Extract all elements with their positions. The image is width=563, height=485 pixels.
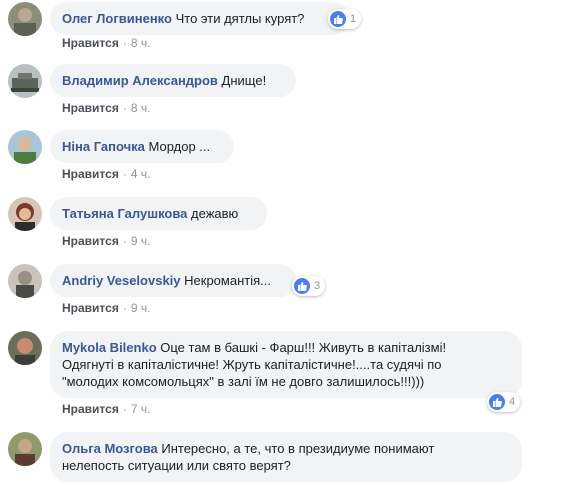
comment-text: Днище! [221, 73, 267, 88]
comment-author[interactable]: Ольга Мозгова [62, 441, 158, 456]
comment-time[interactable]: 8 ч. [131, 36, 151, 50]
avatar[interactable] [8, 130, 42, 164]
comment-author[interactable]: Ніна Гапочка [62, 139, 145, 154]
comment-meta: Нравится · 8 ч. [62, 101, 150, 115]
like-reaction-icon [330, 11, 346, 27]
reaction-number: 4 [509, 396, 516, 408]
comment-meta: Нравится · 9 ч. [62, 301, 150, 315]
comment-author[interactable]: Владимир Александров [62, 73, 218, 88]
comment-text: Некромантія... [184, 273, 271, 288]
comment-text: Что эти дятлы курят? [175, 11, 305, 26]
like-link[interactable]: Нравится [62, 234, 119, 248]
like-link[interactable]: Нравится [62, 167, 119, 181]
comment-author[interactable]: Andriy Veselovskiy [62, 273, 181, 288]
reaction-count[interactable]: 3 [292, 276, 326, 296]
reaction-count[interactable]: 1 [328, 9, 362, 29]
comment-bubble: Олег Логвиненко Что эти дятлы курят? [50, 2, 350, 35]
comment-time[interactable]: 4 ч. [131, 167, 151, 181]
reaction-count[interactable]: 4 [487, 392, 521, 412]
avatar[interactable] [8, 331, 42, 365]
comment-author[interactable]: Татьяна Галушкова [62, 206, 187, 221]
comment-text-line: нелепость ситуации или свято верят? [62, 458, 291, 473]
comment-meta: Нравится · 4 ч. [62, 167, 150, 181]
reaction-number: 1 [350, 13, 357, 25]
comment-bubble: Владимир Александров Днище! [50, 64, 296, 97]
like-reaction-icon [489, 394, 505, 410]
separator-dot: · [122, 234, 127, 248]
comment-meta: Нравится · 8 ч. [62, 36, 150, 50]
avatar[interactable] [8, 2, 42, 36]
avatar[interactable] [8, 64, 42, 98]
comment-text-line: Оце там в башкі - Фарш!!! Живуть в капіт… [160, 340, 447, 355]
avatar[interactable] [8, 264, 42, 298]
comment-meta: Нравится · 7 ч. [62, 402, 150, 416]
comment-meta: Нравится · 9 ч. [62, 234, 150, 248]
like-link[interactable]: Нравится [62, 301, 119, 315]
comment-time[interactable]: 9 ч. [131, 234, 151, 248]
separator-dot: · [122, 167, 127, 181]
comment-time[interactable]: 8 ч. [131, 101, 151, 115]
avatar[interactable] [8, 432, 42, 466]
avatar[interactable] [8, 197, 42, 231]
like-link[interactable]: Нравится [62, 101, 119, 115]
comment-bubble: Ніна Гапочка Мордор ... [50, 130, 234, 163]
comment-time[interactable]: 9 ч. [131, 301, 151, 315]
comment-bubble: Татьяна Галушкова дежавю [50, 197, 267, 230]
like-reaction-icon [294, 278, 310, 294]
separator-dot: · [122, 402, 127, 416]
like-link[interactable]: Нравится [62, 36, 119, 50]
comment-text: дежавю [191, 206, 239, 221]
comment-author[interactable]: Олег Логвиненко [62, 11, 172, 26]
comment-text-line: "молодих комсомольцях" в залі їм не довг… [62, 374, 425, 389]
separator-dot: · [122, 301, 127, 315]
comment-text: Мордор ... [148, 139, 211, 154]
separator-dot: · [122, 36, 127, 50]
comment-bubble: Andriy Veselovskiy Некромантія... [50, 264, 296, 297]
like-link[interactable]: Нравится [62, 402, 119, 416]
comment-text-line: Одягнуті в капіталістичне! Жруть капітал… [62, 357, 442, 372]
reaction-number: 3 [314, 280, 321, 292]
comment-bubble: Mykola Bilenko Оце там в башкі - Фарш!!!… [50, 331, 522, 398]
comment-time[interactable]: 7 ч. [131, 402, 151, 416]
separator-dot: · [122, 101, 127, 115]
comment-bubble: Ольга Мозгова Интересно, а те, что в пре… [50, 432, 522, 482]
comment-text-line: Интересно, а те, что в президиуме понима… [161, 441, 435, 456]
comment-author[interactable]: Mykola Bilenko [62, 340, 157, 355]
